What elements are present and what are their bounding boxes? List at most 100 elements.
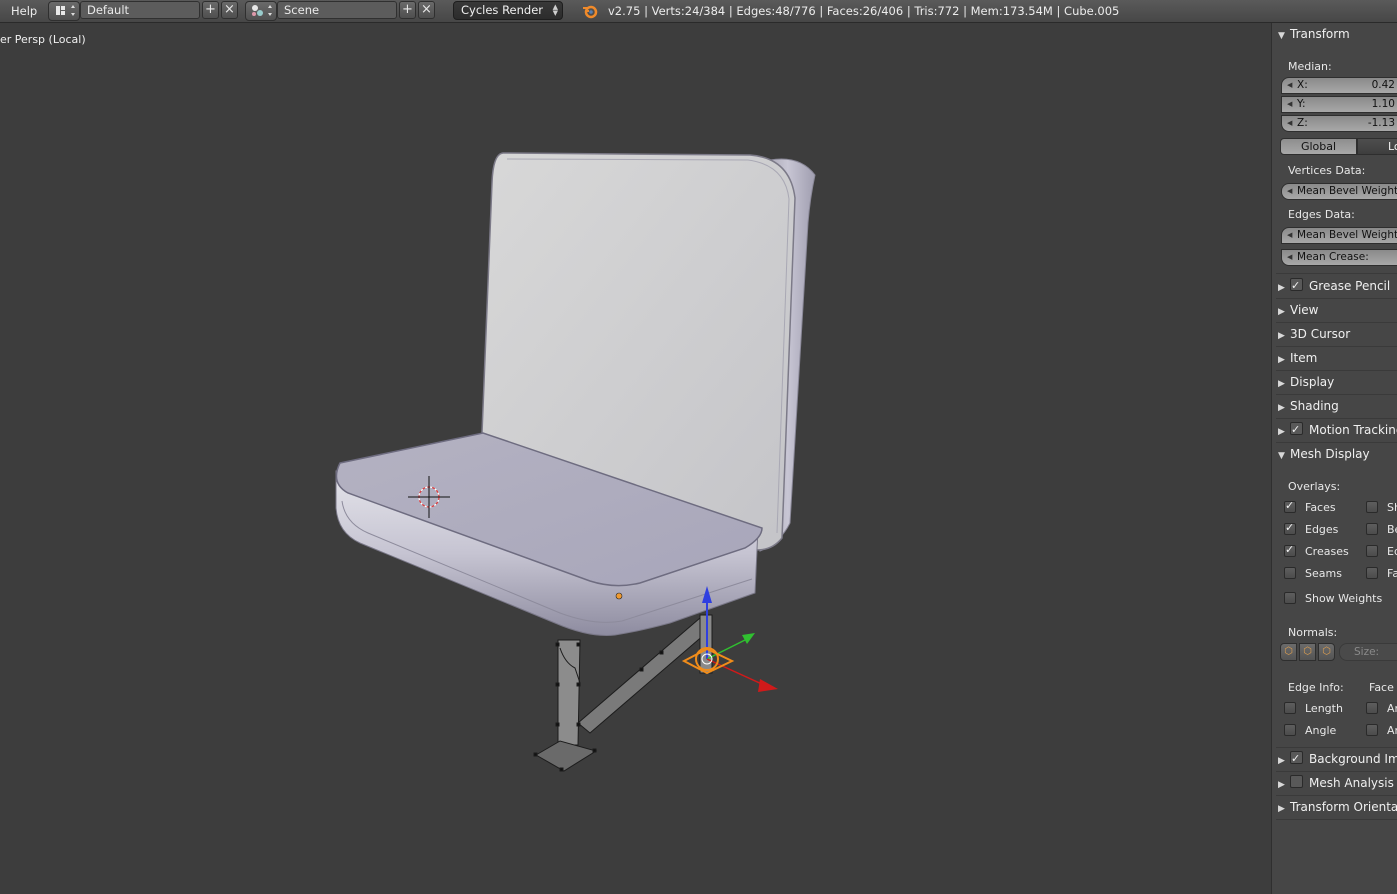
- motion-tracking-checkbox[interactable]: [1290, 419, 1303, 441]
- checkbox-box: [1284, 521, 1296, 535]
- shading-title: Shading: [1290, 399, 1339, 413]
- 3d-cursor-panel-header[interactable]: ▶ 3D Cursor: [1278, 323, 1397, 345]
- motion-tracking-panel-header[interactable]: ▶ Motion Tracking: [1278, 419, 1397, 441]
- face-marks-label: Fa: [1387, 567, 1397, 580]
- local-toggle[interactable]: Loc: [1357, 138, 1397, 155]
- checkbox-box: [1284, 724, 1296, 736]
- blender-logo-icon: [583, 5, 598, 19]
- collapsed-triangle-icon: ▶: [1278, 331, 1285, 341]
- collapsed-triangle-icon: ▶: [1278, 379, 1285, 389]
- screen-layout-selector[interactable]: [48, 1, 80, 21]
- face-area-checkbox[interactable]: Ar: [1366, 702, 1397, 716]
- shading-panel-header[interactable]: ▶ Shading: [1278, 395, 1397, 417]
- checkbox-box: [1366, 545, 1378, 557]
- global-toggle[interactable]: Global: [1280, 138, 1357, 155]
- angle-checkbox[interactable]: Angle: [1284, 724, 1336, 738]
- y-label: Y:: [1297, 98, 1306, 110]
- transform-title: Transform: [1290, 27, 1350, 41]
- properties-side-panel[interactable]: ▼ Transform Median: ◀ X: 0.42 ◀ Y: 1.10 ◀…: [1271, 23, 1397, 894]
- mesh-analysis-panel-header[interactable]: ▶ Mesh Analysis: [1278, 772, 1397, 794]
- decrement-arrow-icon: ◀: [1287, 253, 1293, 261]
- scene-statistics: v2.75 | Verts:24/384 | Edges:48/776 | Fa…: [608, 4, 1120, 18]
- add-layout-button[interactable]: +: [202, 1, 219, 19]
- y-value: 1.10: [1371, 98, 1395, 110]
- decrement-arrow-icon: ◀: [1287, 187, 1293, 195]
- vertex-normals-button[interactable]: ⬡: [1280, 643, 1297, 661]
- 3d-viewport[interactable]: er Persp (Local): [0, 23, 1271, 894]
- median-y-field[interactable]: ◀ Y: 1.10: [1281, 96, 1397, 113]
- checkbox-box: [1366, 702, 1378, 714]
- expanded-triangle-icon: ▼: [1278, 451, 1285, 461]
- collapsed-triangle-icon: ▶: [1278, 804, 1285, 814]
- face-marks-checkbox[interactable]: Fa: [1366, 567, 1397, 581]
- help-menu[interactable]: Help: [11, 4, 37, 18]
- split-normals-button[interactable]: ⬡: [1299, 643, 1316, 661]
- checkbox-box: [1284, 543, 1296, 557]
- view-panel-header[interactable]: ▶ View: [1278, 299, 1397, 321]
- median-x-field[interactable]: ◀ X: 0.42: [1281, 77, 1397, 94]
- creases-checkbox[interactable]: Creases: [1284, 543, 1349, 559]
- checkbox-box: [1366, 523, 1378, 535]
- checkbox-box: [1366, 724, 1378, 736]
- faces-checkbox[interactable]: Faces: [1284, 499, 1336, 515]
- scene-selector[interactable]: [245, 1, 277, 21]
- viewport-canvas[interactable]: [0, 23, 1271, 894]
- background-images-title: Background Images: [1309, 752, 1397, 766]
- collapsed-triangle-icon: ▶: [1278, 427, 1285, 437]
- z-label: Z:: [1297, 117, 1308, 129]
- seat-leg[interactable]: [533, 614, 713, 772]
- collapsed-triangle-icon: ▶: [1278, 780, 1285, 790]
- remove-layout-button[interactable]: ×: [221, 1, 238, 19]
- collapsed-triangle-icon: ▶: [1278, 403, 1285, 413]
- remove-scene-button[interactable]: ×: [418, 1, 435, 19]
- transform-orientations-panel-header[interactable]: ▶ Transform Orientations: [1278, 796, 1397, 818]
- vertex-bevel-weight-field[interactable]: ◀ Mean Bevel Weight:: [1281, 183, 1397, 200]
- background-images-panel-header[interactable]: ▶ Background Images: [1278, 748, 1397, 770]
- render-engine-dropdown[interactable]: Cycles Render ▲ ▼: [453, 1, 563, 20]
- vertex-bevel-label: Mean Bevel Weight:: [1297, 185, 1397, 197]
- transform-orientations-title: Transform Orientations: [1290, 800, 1397, 814]
- mesh-analysis-title: Mesh Analysis: [1309, 776, 1394, 790]
- scene-name[interactable]: Scene: [277, 1, 397, 19]
- grease-pencil-panel-header[interactable]: ▶ Grease Pencil: [1278, 275, 1397, 297]
- median-z-field[interactable]: ◀ Z: -1.13: [1281, 115, 1397, 132]
- decrement-arrow-icon: ◀: [1287, 119, 1293, 127]
- item-title: Item: [1290, 351, 1318, 365]
- screen-layout-name[interactable]: Default: [80, 1, 200, 19]
- mesh-display-panel-header[interactable]: ▼ Mesh Display: [1278, 443, 1397, 465]
- face-normals-button[interactable]: ⬡: [1318, 643, 1335, 661]
- seams-checkbox[interactable]: Seams: [1284, 567, 1342, 581]
- edge-crease-field[interactable]: ◀ Mean Crease:: [1281, 249, 1397, 266]
- decrement-arrow-icon: ◀: [1287, 231, 1293, 239]
- add-scene-button[interactable]: +: [399, 1, 416, 19]
- bevel-checkbox[interactable]: Be: [1366, 523, 1397, 537]
- mesh-analysis-checkbox[interactable]: [1290, 775, 1303, 788]
- divider: [1276, 819, 1397, 820]
- length-label: Length: [1305, 702, 1343, 715]
- edge-bevel-weight-field[interactable]: ◀ Mean Bevel Weight:: [1281, 227, 1397, 244]
- edges-data-label: Edges Data:: [1288, 208, 1355, 221]
- selected-vertex[interactable]: [615, 592, 623, 600]
- normals-size-field[interactable]: Size:: [1339, 643, 1397, 661]
- grease-pencil-checkbox[interactable]: [1290, 275, 1303, 297]
- size-label: Size:: [1354, 646, 1380, 658]
- faces-label: Faces: [1305, 501, 1336, 514]
- transform-panel-header[interactable]: ▼ Transform: [1278, 23, 1397, 45]
- edges-checkbox[interactable]: Edges: [1284, 521, 1338, 537]
- display-panel-header[interactable]: ▶ Display: [1278, 371, 1397, 393]
- motion-tracking-title: Motion Tracking: [1309, 423, 1397, 437]
- sharp-checkbox[interactable]: Sh: [1366, 501, 1397, 515]
- edge-info-label: Edge Info:: [1288, 681, 1344, 694]
- length-checkbox[interactable]: Length: [1284, 702, 1343, 716]
- face-angle-checkbox[interactable]: An: [1366, 724, 1397, 738]
- grease-pencil-title: Grease Pencil: [1309, 279, 1391, 293]
- collapsed-triangle-icon: ▶: [1278, 307, 1285, 317]
- edge-marks-checkbox[interactable]: Ed: [1366, 545, 1397, 559]
- background-images-checkbox[interactable]: [1290, 748, 1303, 770]
- show-weights-checkbox[interactable]: Show Weights: [1284, 592, 1382, 606]
- overlays-label: Overlays:: [1288, 480, 1341, 493]
- divider: [1276, 273, 1397, 274]
- item-panel-header[interactable]: ▶ Item: [1278, 347, 1397, 369]
- face-angle-label: An: [1387, 724, 1397, 737]
- x-label: X:: [1297, 79, 1308, 91]
